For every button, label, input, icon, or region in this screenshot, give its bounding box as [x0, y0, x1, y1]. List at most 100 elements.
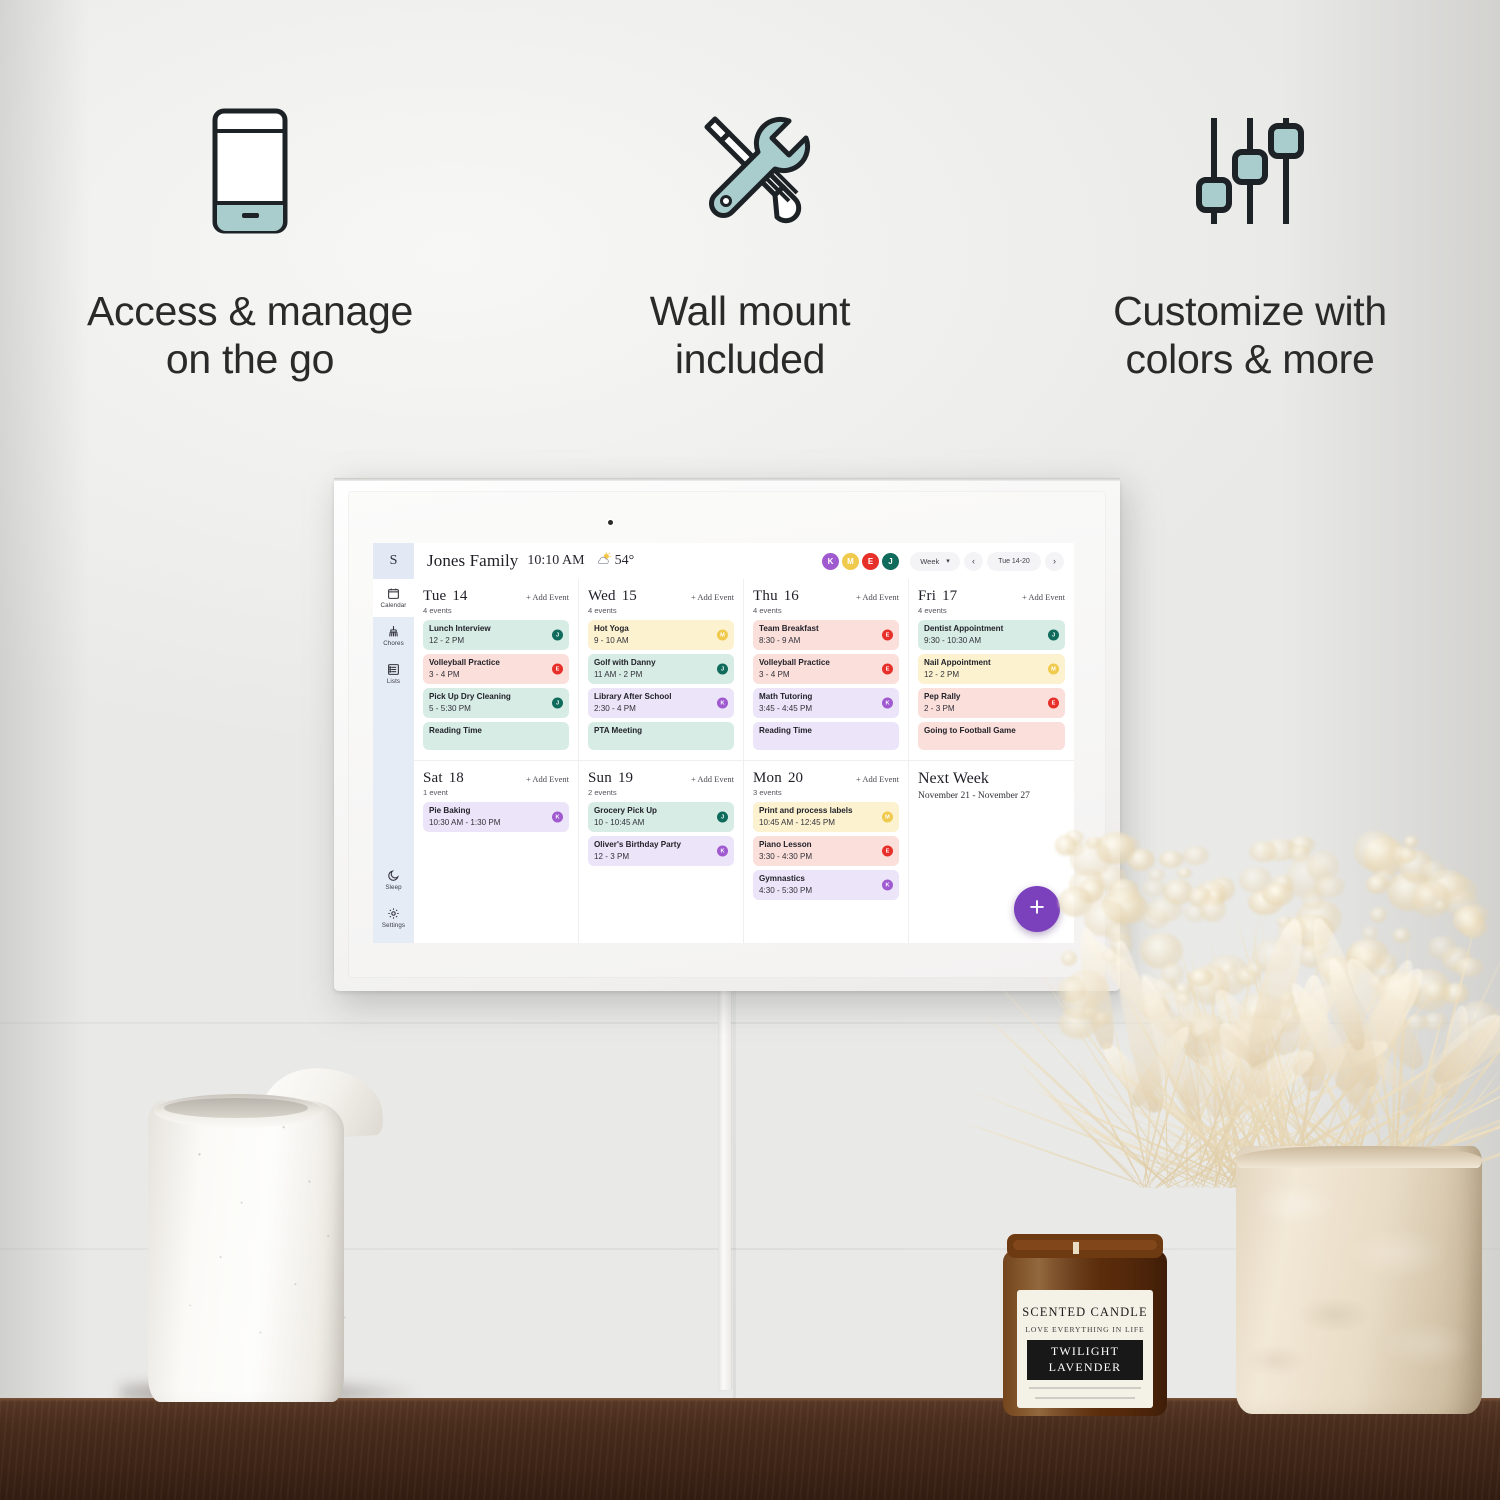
event-title: Team Breakfast	[759, 624, 893, 634]
app-header: Jones Family 10:10 AM 54° K M E J Week ▾…	[414, 543, 1074, 579]
event-card[interactable]: Reading Time	[753, 722, 899, 750]
event-card[interactable]: Golf with Danny 11 AM - 2 PM J	[588, 654, 734, 684]
day-name: Sun	[588, 770, 612, 787]
vase-texture	[1236, 1146, 1482, 1414]
event-card[interactable]: Grocery Pick Up 10 - 10:45 AM J	[588, 802, 734, 832]
day-number: 17	[942, 588, 957, 605]
brand-logo[interactable]: S	[373, 543, 414, 579]
sidebar-item-calendar[interactable]: Calendar	[373, 579, 414, 617]
event-time: 8:30 - 9 AM	[759, 636, 893, 645]
sliders-icon	[1196, 96, 1304, 246]
event-title: Reading Time	[429, 726, 563, 736]
add-event-button[interactable]: + Add Event	[526, 774, 569, 784]
event-card[interactable]: Pie Baking 10:30 AM - 1:30 PM K	[423, 802, 569, 832]
event-list: Grocery Pick Up 10 - 10:45 AM J Oliver's B…	[588, 802, 734, 866]
event-card[interactable]: Volleyball Practice 3 - 4 PM E	[753, 654, 899, 684]
dried-puff	[1159, 851, 1184, 868]
event-time: 4:30 - 5:30 PM	[759, 886, 893, 895]
avatar[interactable]: J	[882, 553, 899, 570]
event-time: 12 - 2 PM	[924, 670, 1059, 679]
event-title: Math Tutoring	[759, 692, 893, 702]
event-card[interactable]: Lunch Interview 12 - 2 PM J	[423, 620, 569, 650]
event-avatar: M	[717, 630, 728, 641]
feature-caption: Wall mount included	[650, 288, 851, 384]
avatar[interactable]: K	[822, 553, 839, 570]
event-time: 10:30 AM - 1:30 PM	[429, 818, 563, 827]
event-title: Pep Rally	[924, 692, 1059, 702]
candle-tagline: LOVE EVERYTHING IN LIFE	[1025, 1325, 1144, 1334]
view-selector[interactable]: Week ▾	[910, 552, 960, 571]
event-card[interactable]: Dentist Appointment 9:30 - 10:30 AM J	[918, 620, 1065, 650]
day-header: Mon 20 + Add Event	[753, 770, 899, 787]
day-number: 18	[449, 770, 464, 787]
wall-seam-vertical	[733, 988, 736, 1398]
next-week-button[interactable]: ›	[1045, 552, 1064, 571]
event-card[interactable]: Pep Rally 2 - 3 PM E	[918, 688, 1065, 718]
day-column-fri-17: Fri 17 + Add Event 4 events Dentist Appo…	[909, 579, 1074, 761]
dried-puff	[1454, 958, 1483, 977]
sidebar-item-chores[interactable]: Chores	[373, 617, 414, 655]
day-header: Wed 15 + Add Event	[588, 588, 734, 605]
candle-scent-line1: TWILIGHT	[1051, 1344, 1119, 1358]
event-card[interactable]: Nail Appointment 12 - 2 PM M	[918, 654, 1065, 684]
dried-puff	[1249, 841, 1277, 862]
add-event-button[interactable]: + Add Event	[691, 592, 734, 602]
add-event-button[interactable]: + Add Event	[856, 592, 899, 602]
event-avatar: J	[717, 812, 728, 823]
event-avatar: K	[717, 846, 728, 857]
day-name: Fri	[918, 588, 936, 605]
event-card[interactable]: Print and process labels 10:45 AM - 12:45…	[753, 802, 899, 832]
pitcher-speckle	[148, 1100, 382, 1402]
sidebar-item-settings[interactable]: Settings	[373, 899, 414, 937]
sidebar-item-label: Chores	[383, 640, 404, 647]
day-name: Mon	[753, 770, 782, 787]
event-card[interactable]: Library After School 2:30 - 4 PM K	[588, 688, 734, 718]
day-number: 14	[452, 588, 467, 605]
add-event-button[interactable]: + Add Event	[856, 774, 899, 784]
event-card[interactable]: Pick Up Dry Cleaning 5 - 5:30 PM J	[423, 688, 569, 718]
date-range-label[interactable]: Tue 14-20	[987, 552, 1041, 571]
event-time: 3:45 - 4:45 PM	[759, 704, 893, 713]
event-card[interactable]: Math Tutoring 3:45 - 4:45 PM K	[753, 688, 899, 718]
feature-caption-line2: included	[650, 336, 851, 384]
event-avatar: J	[1048, 630, 1059, 641]
event-card[interactable]: PTA Meeting	[588, 722, 734, 750]
weather-widget: 54°	[596, 552, 635, 571]
day-event-count: 4 events	[753, 606, 899, 615]
event-avatar: M	[882, 812, 893, 823]
add-event-button[interactable]: + Add Event	[526, 592, 569, 602]
add-event-button[interactable]: + Add Event	[1022, 592, 1065, 602]
event-card[interactable]: Gymnastics 4:30 - 5:30 PM K	[753, 870, 899, 900]
sidebar-item-lists[interactable]: Lists	[373, 655, 414, 693]
event-card[interactable]: Going to Football Game	[918, 722, 1065, 750]
dried-puff	[1354, 831, 1397, 871]
event-card[interactable]: Team Breakfast 8:30 - 9 AM E	[753, 620, 899, 650]
event-avatar: J	[717, 664, 728, 675]
event-avatar: M	[1048, 664, 1059, 675]
avatar[interactable]: M	[842, 553, 859, 570]
feature-strip: Access & manage on the go Wall mount inc…	[0, 96, 1500, 416]
dried-puff	[1148, 869, 1165, 881]
event-avatar: E	[882, 846, 893, 857]
event-card[interactable]: Piano Lesson 3:30 - 4:30 PM E	[753, 836, 899, 866]
ceramic-pitcher	[148, 1068, 382, 1402]
dried-puff	[1183, 846, 1208, 865]
product-scene: Access & manage on the go Wall mount inc…	[0, 0, 1500, 1500]
event-time: 9:30 - 10:30 AM	[924, 636, 1059, 645]
smartphone-icon	[211, 96, 289, 246]
sidebar-item-sleep[interactable]: Sleep	[373, 861, 414, 899]
prev-week-button[interactable]: ‹	[964, 552, 983, 571]
feature-caption-line2: colors & more	[1113, 336, 1387, 384]
event-card[interactable]: Oliver's Birthday Party 12 - 3 PM K	[588, 836, 734, 866]
event-card[interactable]: Volleyball Practice 3 - 4 PM E	[423, 654, 569, 684]
add-event-button[interactable]: + Add Event	[691, 774, 734, 784]
feature-caption-line1: Customize with	[1113, 288, 1387, 336]
dried-puff	[1366, 875, 1389, 894]
event-time: 3 - 4 PM	[759, 670, 893, 679]
event-card[interactable]: Hot Yoga 9 - 10 AM M	[588, 620, 734, 650]
day-name: Sat	[423, 770, 443, 787]
event-card[interactable]: Reading Time	[423, 722, 569, 750]
avatar[interactable]: E	[862, 553, 879, 570]
wall-mount-pole	[718, 990, 731, 1390]
sun-behind-cloud-icon	[596, 552, 612, 571]
